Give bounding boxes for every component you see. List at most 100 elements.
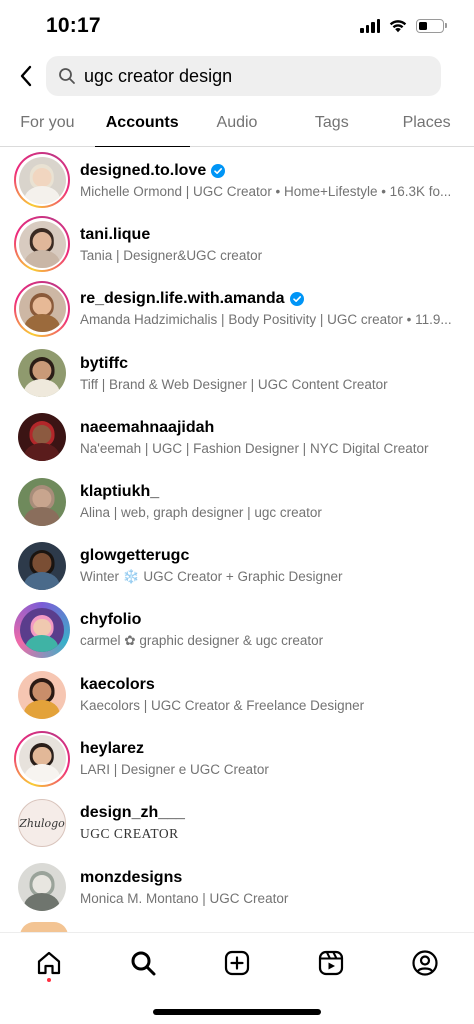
search-query-text: ugc creator design: [84, 65, 233, 86]
account-subtitle: Michelle Ormond | UGC Creator • Home+Lif…: [80, 183, 452, 199]
account-row[interactable]: naeemahnaajidah Na'eemah | UGC | Fashion…: [0, 405, 474, 469]
account-row[interactable]: klaptiukh_ Alina | web, graph designer |…: [0, 469, 474, 533]
account-username-line: monzdesigns: [80, 869, 474, 887]
search-header: ugc creator design: [0, 56, 474, 96]
account-row[interactable]: monzdesigns Monica M. Montano | UGC Crea…: [0, 855, 474, 919]
tab-tags[interactable]: Tags: [284, 103, 379, 146]
avatar[interactable]: [18, 735, 66, 783]
nav-reels-button[interactable]: [311, 943, 351, 983]
account-username: glowgetterugc: [80, 546, 190, 564]
account-results-list: designed.to.love Michelle Ormond | UGC C…: [0, 148, 474, 920]
account-meta: chyfolio carmel ✿ graphic designer & ugc…: [80, 611, 474, 649]
nav-search-button[interactable]: [123, 943, 163, 983]
account-row[interactable]: Zhulogo design_zh___ UGC CREATOR: [0, 791, 474, 855]
home-icon: [37, 951, 61, 975]
account-username: klaptiukh_: [80, 483, 160, 501]
home-indicator[interactable]: [153, 1009, 321, 1015]
avatar-frame: [14, 474, 70, 530]
avatar[interactable]: [18, 285, 66, 333]
avatar[interactable]: [18, 156, 66, 204]
account-row[interactable]: designed.to.love Michelle Ormond | UGC C…: [0, 148, 474, 212]
avatar[interactable]: [18, 670, 66, 719]
account-username-line: glowgetterugc: [80, 547, 474, 565]
account-username: bytiffc: [80, 354, 128, 372]
avatar[interactable]: [18, 413, 66, 462]
tab-audio[interactable]: Audio: [190, 103, 285, 146]
account-subtitle: LARI | Designer e UGC Creator: [80, 762, 269, 778]
account-subtitle: Amanda Hadzimichalis | Body Positivity |…: [80, 312, 452, 328]
account-username: heylarez: [80, 740, 145, 758]
profile-icon: [412, 950, 438, 976]
account-username: designed.to.love: [80, 161, 207, 179]
account-row[interactable]: heylarez LARI | Designer e UGC Creator: [0, 727, 474, 791]
story-ring: [14, 216, 70, 273]
avatar-frame: [14, 602, 70, 659]
avatar[interactable]: [18, 863, 66, 912]
avatar[interactable]: [18, 349, 66, 398]
account-meta: bytiffc Tiff | Brand & Web Designer | UG…: [80, 355, 474, 392]
account-row[interactable]: bytiffc Tiff | Brand & Web Designer | UG…: [0, 341, 474, 405]
story-ring: [14, 280, 70, 337]
search-icon: [131, 951, 156, 976]
verified-badge-icon: [211, 163, 226, 178]
tab-for-you[interactable]: For you: [0, 103, 95, 146]
avatar[interactable]: Zhulogo: [18, 799, 66, 848]
nav-home-button[interactable]: [29, 943, 69, 983]
account-username: tani.lique: [80, 225, 151, 243]
account-meta: glowgetterugc Winter ❄️ UGC Creator + Gr…: [80, 547, 474, 585]
verified-badge-icon: [289, 292, 304, 307]
create-post-icon: [224, 950, 250, 976]
account-meta: kaecolors Kaecolors | UGC Creator & Free…: [80, 676, 474, 713]
account-username-line: chyfolio: [80, 611, 474, 629]
account-meta: design_zh___ UGC CREATOR: [80, 804, 474, 842]
search-tabs: For you Accounts Audio Tags Places: [0, 103, 474, 147]
account-username: chyfolio: [80, 611, 142, 629]
status-bar: 10:17: [0, 0, 474, 54]
avatar[interactable]: [20, 608, 64, 653]
reels-icon: [318, 950, 344, 976]
account-subtitle: Monica M. Montano | UGC Creator: [80, 890, 289, 906]
account-meta: klaptiukh_ Alina | web, graph designer |…: [80, 483, 474, 520]
nav-create-button[interactable]: [217, 943, 257, 983]
account-username-line: designed.to.love: [80, 162, 474, 180]
nav-profile-button[interactable]: [405, 943, 445, 983]
story-ring: [14, 730, 70, 787]
tab-accounts[interactable]: Accounts: [94, 103, 190, 147]
account-username-line: kaecolors: [80, 676, 474, 694]
back-button[interactable]: [12, 60, 40, 92]
avatar-frame: [14, 345, 70, 401]
tab-places[interactable]: Places: [379, 103, 474, 146]
account-username: re_design.life.with.amanda: [80, 290, 285, 308]
account-username: naeemahnaajidah: [80, 418, 215, 436]
avatar[interactable]: [18, 541, 66, 590]
story-ring: [14, 152, 70, 209]
account-row[interactable]: re_design.life.with.amanda Amanda Hadzim…: [0, 277, 474, 341]
account-username: kaecolors: [80, 676, 155, 694]
account-meta: designed.to.love Michelle Ormond | UGC C…: [80, 162, 474, 199]
search-icon: [59, 68, 75, 84]
avatar[interactable]: [18, 220, 66, 268]
avatar-frame: Zhulogo: [14, 795, 70, 851]
avatar-frame: [14, 859, 70, 915]
account-meta: heylarez LARI | Designer e UGC Creator: [80, 740, 474, 777]
account-subtitle: Kaecolors | UGC Creator & Freelance Desi…: [80, 698, 365, 714]
avatar-logo-text: Zhulogo: [19, 816, 65, 830]
account-meta: re_design.life.with.amanda Amanda Hadzim…: [80, 290, 474, 327]
account-subtitle: Winter ❄️ UGC Creator + Graphic Designer: [80, 568, 343, 584]
account-subtitle: Tania | Designer&UGC creator: [80, 247, 263, 263]
account-subtitle: UGC CREATOR: [80, 826, 179, 842]
account-username-line: naeemahnaajidah: [80, 419, 474, 437]
account-username-line: re_design.life.with.amanda: [80, 290, 474, 308]
account-row[interactable]: chyfolio carmel ✿ graphic designer & ugc…: [0, 598, 474, 662]
account-subtitle: carmel ✿ graphic designer & ugc creator: [80, 633, 324, 649]
account-meta: monzdesigns Monica M. Montano | UGC Crea…: [80, 869, 474, 906]
account-username-line: design_zh___: [80, 804, 474, 822]
status-time: 10:17: [46, 14, 101, 37]
account-row[interactable]: kaecolors Kaecolors | UGC Creator & Free…: [0, 662, 474, 726]
avatar-frame: [14, 538, 70, 594]
search-input[interactable]: ugc creator design: [46, 56, 441, 96]
account-row[interactable]: glowgetterugc Winter ❄️ UGC Creator + Gr…: [0, 534, 474, 598]
battery-icon: [416, 18, 447, 33]
avatar[interactable]: [18, 477, 66, 526]
account-row[interactable]: tani.lique Tania | Designer&UGC creator: [0, 212, 474, 276]
